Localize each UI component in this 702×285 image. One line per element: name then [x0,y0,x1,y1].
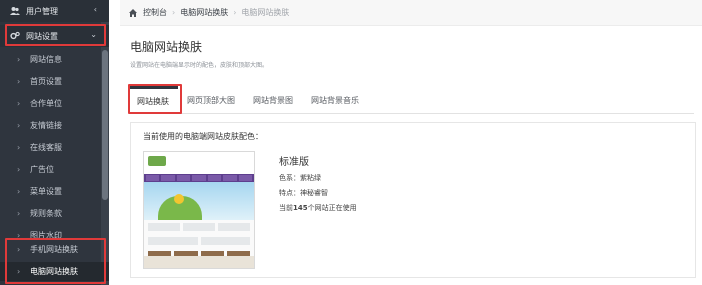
home-icon [128,8,138,18]
preview-logo [148,156,166,166]
sidebar-item-label: 友情链接 [30,121,62,130]
sidebar-section-label: 用户管理 [26,6,58,16]
chevron-right-icon: › [17,143,21,152]
theme-feature: 特点：神秘睿智 [279,189,328,197]
preview-row [144,220,254,234]
chevron-left-icon: ‹ [93,5,97,14]
chevron-right-icon: › [17,99,21,108]
chevron-down-icon: ⌄ [90,30,97,39]
sidebar-item-label: 首页设置 [30,77,62,86]
theme-name: 标准版 [279,157,309,168]
sidebar-item-site-info[interactable]: › 网站信息 [0,50,109,69]
sidebar-item-mobile-skin[interactable]: › 手机网站换肤 [0,240,109,259]
chevron-right-icon: › [17,77,21,86]
preview-header [144,152,254,174]
sidebar-section-label: 网站设置 [26,31,58,41]
users-icon [10,6,20,16]
sidebar-item-label: 手机网站换肤 [30,245,78,254]
sidebar: 用户管理 ‹ 网站设置 ⌄ › 网站信息 › 首页设置 › 合作单位 › 友情链… [0,0,109,285]
gears-icon [10,31,20,41]
sidebar-item-terms[interactable]: › 规则条款 [0,204,109,223]
theme-usage: 当前145个网站正在使用 [279,204,357,212]
sidebar-item-label: 网站信息 [30,55,62,64]
sidebar-item-label: 在线客服 [30,143,62,152]
chevron-right-icon: › [17,187,21,196]
breadcrumb-current: 电脑网站换肤 [241,8,290,17]
sidebar-item-ad-slots[interactable]: › 广告位 [0,160,109,179]
sidebar-item-label: 合作单位 [30,99,62,108]
page-title: 电脑网站换肤 [130,40,203,54]
sidebar-section-site-settings[interactable]: 网站设置 ⌄ [0,25,109,47]
preview-footer [144,256,254,268]
tab-bar: 网站换肤 网页顶部大图 网站背景图 网站背景音乐 [128,86,694,114]
skin-preview-image[interactable] [143,151,255,269]
sidebar-item-friend-links[interactable]: › 友情链接 [0,116,109,135]
tab-label: 网站背景音乐 [311,95,359,105]
tab-label: 网页顶部大图 [187,95,235,105]
sidebar-item-label: 电脑网站换肤 [30,267,78,276]
tab-background-music[interactable]: 网站背景音乐 [302,86,368,114]
breadcrumb-home[interactable]: 控制台 [143,7,167,18]
sidebar-item-menu-settings[interactable]: › 菜单设置 [0,182,109,201]
skin-panel: 当前使用的电脑端网站皮肤配色： 标准版 色系：紫粘绿 特点：神秘睿智 当前145… [130,122,696,278]
sidebar-item-pc-skin[interactable]: › 电脑网站换肤 [0,262,109,281]
sidebar-item-home-settings[interactable]: › 首页设置 [0,72,109,91]
chevron-right-icon: › [17,55,21,64]
preview-nav [144,174,254,182]
tab-label: 网站换肤 [137,97,169,106]
breadcrumb: 控制台 › 电脑网站换肤 › 电脑网站换肤 [120,0,702,26]
tab-site-skin[interactable]: 网站换肤 [128,86,178,114]
preview-row [144,234,254,248]
chevron-right-icon: › [17,209,21,218]
chevron-right-icon: › [17,245,21,254]
breadcrumb-separator: › [172,8,176,17]
sidebar-item-label: 菜单设置 [30,187,62,196]
usage-count: 145 [293,204,308,212]
breadcrumb-separator: › [233,8,237,17]
chevron-right-icon: › [17,267,21,276]
chevron-right-icon: › [17,231,21,240]
tab-top-banner[interactable]: 网页顶部大图 [178,86,244,114]
tab-label: 网站背景图 [253,95,293,105]
sidebar-item-label: 规则条款 [30,209,62,218]
sidebar-item-partners[interactable]: › 合作单位 [0,94,109,113]
preview-banner [144,182,254,220]
panel-heading: 当前使用的电脑端网站皮肤配色： [143,132,263,141]
theme-color: 色系：紫粘绿 [279,174,321,182]
page-description: 设置网站在电脑端显示时的配色，皮肤和顶部大图。 [130,62,269,69]
chevron-right-icon: › [17,165,21,174]
sidebar-section-user-mgmt[interactable]: 用户管理 ‹ [0,0,109,22]
sidebar-item-label: 广告位 [30,165,54,174]
breadcrumb-parent[interactable]: 电脑网站换肤 [180,7,228,18]
sidebar-item-online-service[interactable]: › 在线客服 [0,138,109,157]
tab-background-image[interactable]: 网站背景图 [244,86,302,114]
chevron-right-icon: › [17,121,21,130]
